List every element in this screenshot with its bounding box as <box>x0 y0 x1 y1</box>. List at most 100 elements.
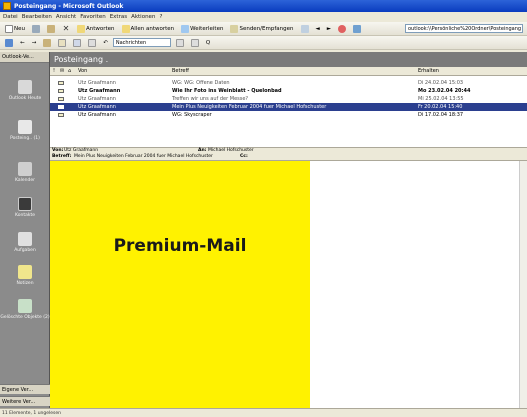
message-row-selected[interactable]: Utz Graafmann Mein Plus Neuigkeiten Febr… <box>50 103 527 111</box>
new-mail-icon <box>5 24 13 33</box>
auto-preview-button[interactable]: Q <box>204 38 212 48</box>
preview-scrollbar[interactable] <box>519 161 527 409</box>
column-received[interactable]: Erhalten <box>418 68 439 74</box>
forward-icon <box>181 24 190 33</box>
delete-icon: ✕ <box>62 23 70 33</box>
contacts-icon <box>18 197 32 211</box>
auto-preview-icon: Q <box>205 39 211 46</box>
folder-banner: Posteingang . <box>50 52 527 67</box>
premium-mail-text: Premium-Mail <box>113 236 247 256</box>
attachment-column-icon[interactable]: ⌂ <box>68 68 71 74</box>
menu-actions[interactable]: Aktionen <box>131 14 155 20</box>
calendar-icon <box>18 162 32 176</box>
importance-column-icon[interactable]: ! <box>53 68 55 74</box>
envelope-icon <box>58 113 64 117</box>
undo-icon: ↶ <box>103 39 108 46</box>
shortcut-notes[interactable]: Notizen <box>0 265 50 286</box>
folder-list-icon <box>58 38 67 47</box>
shortcut-contacts[interactable]: Kontakte <box>0 197 50 218</box>
nav-forward-button[interactable]: → <box>30 38 39 48</box>
current-view-select[interactable]: Nachrichten <box>112 38 171 47</box>
outlook-today-icon <box>18 80 32 94</box>
forward-button[interactable]: Weiterleiten <box>179 24 225 34</box>
back-button[interactable]: ◄ <box>314 24 322 34</box>
envelope-icon <box>58 97 64 101</box>
to-label: An: <box>198 148 207 153</box>
window-title: Posteingang - Microsoft Outlook <box>14 2 124 10</box>
shortcut-calendar[interactable]: Kalender <box>0 162 50 183</box>
undo-button[interactable]: ↶ <box>101 38 110 48</box>
outlook-today-button[interactable] <box>3 38 15 48</box>
print-preview-button[interactable] <box>86 38 98 48</box>
folder-list-button[interactable] <box>56 38 68 48</box>
shortcut-outlook-today[interactable]: Outlook Heute <box>0 80 50 101</box>
menu-help[interactable]: ? <box>159 14 162 20</box>
preview-pane[interactable]: Premium-Mail <box>50 160 527 409</box>
outlook-shortcuts-header[interactable]: Outlook-Ve... <box>0 52 49 63</box>
shortcut-deleted-items[interactable]: Gelöschte Objekte (2) <box>0 299 50 320</box>
stop-button[interactable] <box>336 24 348 34</box>
delete-button[interactable]: ✕ <box>60 24 72 34</box>
printer-icon <box>31 24 40 33</box>
menu-view[interactable]: Ansicht <box>56 14 76 20</box>
forward-arrow-icon: ► <box>326 25 331 32</box>
shortcut-inbox[interactable]: Posteing.. (1) <box>0 120 50 141</box>
premium-mail-banner[interactable] <box>50 161 310 409</box>
find-icon <box>300 24 309 33</box>
address-field[interactable]: outlook:\\Persönliche%20Ordner\Posteinga… <box>405 24 523 33</box>
column-headers: ! ✉ ⌂ Von Betreff Erhalten <box>50 67 527 76</box>
send-receive-button[interactable]: Senden/Empfangen <box>228 24 295 34</box>
my-shortcuts-group[interactable]: Eigene Ver... <box>0 384 50 394</box>
shortcut-tasks[interactable]: Aufgaben <box>0 232 50 253</box>
from-label: Von: <box>52 148 64 153</box>
from-value: Utz Graafmann <box>64 148 99 153</box>
group-by-button[interactable] <box>174 38 186 48</box>
forward-small-icon: → <box>31 39 37 46</box>
status-bar: 11 Elemente, 1 ungelesen <box>0 408 527 417</box>
reply-all-button[interactable]: Allen antworten <box>120 24 177 34</box>
envelope-icon <box>58 89 64 93</box>
menu-tools[interactable]: Extras <box>110 14 127 20</box>
group-by-icon <box>175 38 184 47</box>
message-row[interactable]: Utz Graafmann WG: Skyscraper Di 17.02.04… <box>50 111 527 119</box>
preview-pane-button[interactable] <box>71 38 83 48</box>
home-button[interactable] <box>351 24 363 34</box>
folder-up-icon <box>43 38 52 47</box>
deleted-items-icon <box>18 299 32 313</box>
other-shortcuts-group[interactable]: Weitere Ver... <box>0 396 50 406</box>
envelope-icon <box>58 105 64 109</box>
new-button[interactable]: Neu <box>3 24 27 34</box>
inbox-icon <box>18 120 32 134</box>
message-row[interactable]: Utz Graafmann Treffen wir uns auf der Me… <box>50 95 527 103</box>
field-chooser-icon <box>190 38 199 47</box>
message-list: ! ✉ ⌂ Von Betreff Erhalten Utz Graafmann… <box>50 67 527 147</box>
to-value: Michael Hofschuster <box>208 148 254 153</box>
outlook-bar: Outlook-Ve... Outlook Heute Posteing.. (… <box>0 52 50 408</box>
subject-label: Betreff: <box>52 154 72 159</box>
subject-value: Mein Plus Neuigkeiten Februar 2004 fuer … <box>74 154 213 159</box>
reply-icon <box>76 24 85 33</box>
envelope-column-icon[interactable]: ✉ <box>60 68 64 74</box>
up-button[interactable] <box>41 38 53 48</box>
title-bar: Posteingang - Microsoft Outlook <box>0 0 527 12</box>
message-row[interactable]: Utz Graafmann Wie Ihr Foto ins Weinblatt… <box>50 87 527 95</box>
back-arrow-icon: ◄ <box>315 25 320 32</box>
message-row[interactable]: Utz Graafmann WG: WG: Offene Daten Di 24… <box>50 79 527 87</box>
field-chooser-button[interactable] <box>189 38 201 48</box>
column-from[interactable]: Von <box>78 68 87 74</box>
nav-back-button[interactable]: ← <box>18 38 27 48</box>
reply-button[interactable]: Antworten <box>75 24 117 34</box>
print-button[interactable] <box>30 24 42 34</box>
preview-pane-icon <box>73 38 82 47</box>
forward-nav-button[interactable]: ► <box>325 24 333 34</box>
menu-edit[interactable]: Bearbeiten <box>22 14 52 20</box>
find-button[interactable] <box>299 24 311 34</box>
move-button[interactable] <box>45 24 57 34</box>
column-subject[interactable]: Betreff <box>172 68 189 74</box>
print-preview-icon <box>88 38 97 47</box>
envelope-icon <box>58 81 64 85</box>
preview-header: Von: Utz Graafmann An: Michael Hofschust… <box>50 147 527 160</box>
menu-favorites[interactable]: Favoriten <box>80 14 105 20</box>
menu-file[interactable]: Datei <box>3 14 18 20</box>
advanced-toolbar: ← → ↶ Nachrichten Q <box>0 36 527 50</box>
